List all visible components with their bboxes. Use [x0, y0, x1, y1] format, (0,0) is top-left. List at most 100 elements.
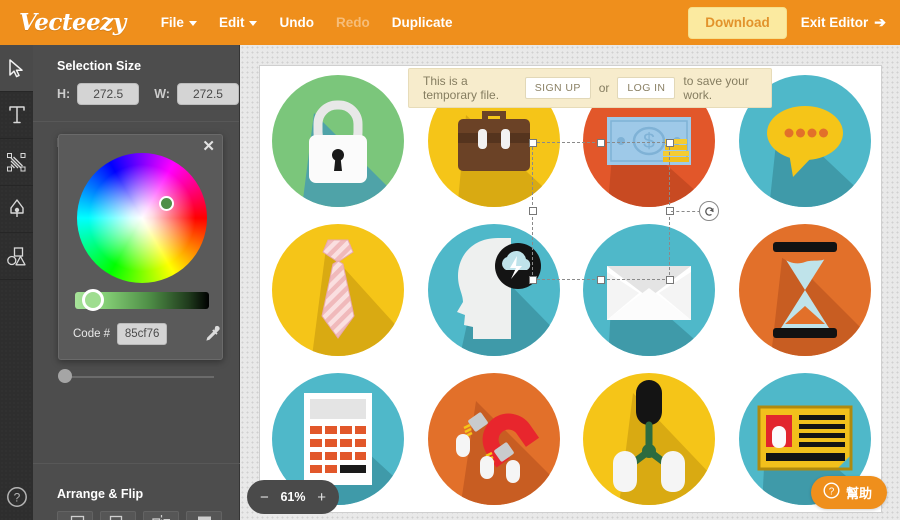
rotate-handle[interactable] [699, 201, 719, 221]
selection-size-section: Selection Size H: 272.5 W: 272.5 [33, 45, 239, 121]
send-backward-icon [108, 515, 129, 520]
icon-cell-necktie[interactable] [260, 215, 416, 364]
shapes-icon [7, 246, 26, 266]
color-picker-popover: ✕ Code # 85cf76 [58, 134, 223, 360]
menu-item-file-label: File [160, 15, 184, 30]
svg-text:?: ? [829, 486, 835, 497]
panel-divider-2 [33, 463, 240, 464]
flip-horizontal-icon [151, 514, 172, 520]
main-menu: File Edit Undo Redo Duplicate [150, 9, 464, 36]
necktie-icon[interactable] [270, 222, 406, 358]
flip-horizontal-button[interactable] [143, 511, 179, 520]
color-wheel[interactable] [77, 153, 207, 283]
help-button-label: 幫助 [845, 486, 872, 501]
width-input[interactable]: 272.5 [176, 83, 239, 105]
resize-handle-top-center[interactable] [596, 138, 605, 147]
exit-editor-label: Exit Editor [800, 15, 869, 30]
icon-grid: $ [260, 66, 883, 514]
zoom-out-button[interactable]: − [260, 490, 269, 505]
artboard[interactable]: $ [259, 65, 882, 513]
opacity-slider-handle[interactable] [58, 369, 72, 383]
icon-cell-padlock[interactable] [260, 66, 416, 215]
bring-forward-button[interactable] [57, 511, 93, 520]
resize-handle-top-left[interactable] [528, 138, 537, 147]
close-icon[interactable]: ✕ [202, 139, 215, 154]
properties-panel: Selection Size H: 272.5 W: 272.5 Fill Se… [33, 45, 240, 520]
header-actions: Download Exit Editor ➔ [688, 6, 900, 39]
icon-cell-hourglass[interactable] [727, 215, 883, 364]
send-backward-button[interactable] [100, 511, 136, 520]
sign-up-button[interactable]: SIGN UP [524, 77, 591, 99]
transform-icon [7, 152, 26, 172]
arrange-flip-buttons [33, 511, 240, 520]
zoom-control: − 61% + [247, 480, 339, 514]
eyedropper-icon[interactable] [202, 324, 222, 349]
exit-editor-button[interactable]: Exit Editor ➔ [801, 14, 886, 31]
resize-handle-bottom-right[interactable] [665, 275, 674, 284]
menu-item-duplicate[interactable]: Duplicate [381, 9, 464, 36]
app-header: Vecteezy File Edit Undo Redo Duplicate D… [0, 0, 900, 45]
tool-rail: ? [0, 45, 33, 520]
question-circle-icon: ? [823, 481, 840, 504]
flip-vertical-button[interactable] [186, 511, 222, 520]
brightness-slider-handle[interactable] [82, 289, 104, 311]
flip-vertical-icon [194, 515, 215, 520]
transform-tool[interactable] [0, 139, 33, 186]
icon-cell-magnet[interactable] [416, 365, 572, 514]
selection-bounding-box[interactable] [528, 138, 719, 284]
rotate-icon [704, 206, 714, 216]
arrange-flip-title: Arrange & Flip [57, 487, 144, 501]
download-button[interactable]: Download [688, 6, 787, 39]
help-button[interactable]: ? 幫助 [810, 476, 887, 509]
selection-size-fields: H: 272.5 W: 272.5 [33, 83, 239, 121]
shapes-tool[interactable] [0, 233, 33, 280]
menu-item-file[interactable]: File [150, 9, 208, 36]
menu-item-undo[interactable]: Undo [268, 9, 325, 36]
cursor-icon [8, 58, 25, 78]
vecteezy-editor: Vecteezy File Edit Undo Redo Duplicate D… [0, 0, 900, 520]
arrange-flip-section: Arrange & Flip [33, 473, 240, 520]
height-input[interactable]: 272.5 [77, 83, 140, 105]
menu-item-redo: Redo [335, 15, 370, 30]
menu-item-edit-label: Edit [218, 15, 245, 30]
height-label: H: [57, 87, 71, 101]
resize-handle-bottom-center[interactable] [596, 275, 605, 284]
color-wheel-handle[interactable] [159, 196, 174, 211]
color-code-row: Code # 85cf76 [73, 323, 220, 345]
magnet-icon[interactable] [426, 371, 562, 507]
banner-text-after: to save your work. [683, 74, 749, 102]
temporary-file-banner: This is a temporary file. SIGN UP or LOG… [408, 68, 772, 108]
zoom-in-button[interactable]: + [317, 490, 326, 505]
chevron-down-icon [249, 21, 258, 26]
resize-handle-bottom-left[interactable] [528, 275, 537, 284]
color-code-label: Code # [73, 328, 111, 340]
vecteezy-logo[interactable]: Vecteezy [0, 9, 150, 36]
icon-cell-team-hierarchy[interactable] [572, 365, 728, 514]
zoom-level-value: 61% [280, 490, 306, 504]
svg-text:?: ? [13, 491, 20, 505]
pen-nib-icon [9, 199, 25, 219]
canvas-area[interactable]: $ This is a temporary file. SIGN UP or L… [240, 45, 900, 520]
hourglass-icon[interactable] [737, 222, 873, 358]
menu-item-edit[interactable]: Edit [208, 9, 269, 36]
text-tool[interactable] [0, 92, 33, 139]
team-hierarchy-icon[interactable] [581, 371, 717, 507]
arrow-right-icon: ➔ [874, 14, 886, 30]
select-tool[interactable] [0, 45, 33, 92]
pen-tool[interactable] [0, 186, 33, 233]
resize-handle-middle-left[interactable] [528, 206, 537, 215]
color-code-input[interactable]: 85cf76 [117, 323, 168, 345]
banner-or-label: or [598, 81, 610, 95]
vertical-scrollbar[interactable] [892, 45, 900, 520]
help-icon-button[interactable]: ? [5, 486, 28, 513]
opacity-slider-track [68, 376, 214, 378]
opacity-slider[interactable] [58, 369, 214, 385]
selection-size-title: Selection Size [57, 59, 142, 73]
width-label: W: [154, 87, 170, 101]
fill-settings-section: Fill Settings ✕ Code # 85cf76 [33, 122, 239, 422]
text-t-icon [8, 105, 26, 125]
resize-handle-top-right[interactable] [665, 138, 674, 147]
log-in-button[interactable]: LOG IN [617, 77, 676, 99]
padlock-icon[interactable] [270, 73, 406, 209]
question-circle-icon: ? [6, 486, 28, 513]
